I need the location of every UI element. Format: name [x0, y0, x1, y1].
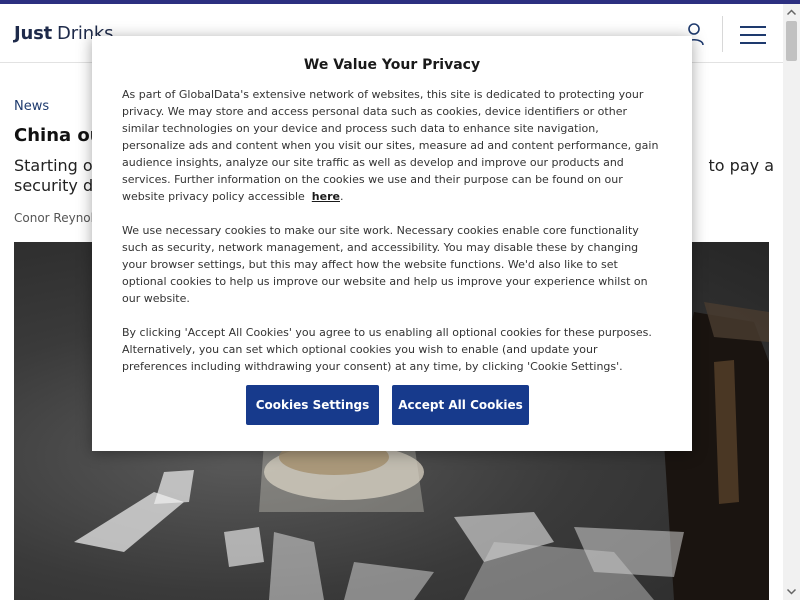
cookie-dialog-body: As part of GlobalData's extensive networ…: [122, 86, 662, 392]
scroll-down-arrow-icon[interactable]: [783, 583, 800, 600]
page-scrollbar[interactable]: [783, 4, 800, 600]
cookie-dialog-title: We Value Your Privacy: [303, 57, 481, 73]
scrollbar-thumb[interactable]: [786, 21, 797, 61]
cookie-consent-dialog: We Value Your Privacy As part of GlobalD…: [92, 36, 692, 451]
privacy-policy-link[interactable]: here: [312, 190, 340, 203]
cookie-paragraph-1: As part of GlobalData's extensive networ…: [122, 88, 659, 203]
cookie-paragraph-2: We use necessary cookies to make our sit…: [122, 224, 648, 305]
cookie-paragraph-1-text: As part of GlobalData's extensive networ…: [122, 88, 659, 203]
cookie-paragraph-3: By clicking 'Accept All Cookies' you agr…: [122, 326, 652, 373]
scroll-up-arrow-icon[interactable]: [783, 4, 800, 21]
cookies-settings-button[interactable]: Cookies Settings: [246, 385, 379, 425]
accept-all-cookies-button[interactable]: Accept All Cookies: [392, 385, 529, 425]
